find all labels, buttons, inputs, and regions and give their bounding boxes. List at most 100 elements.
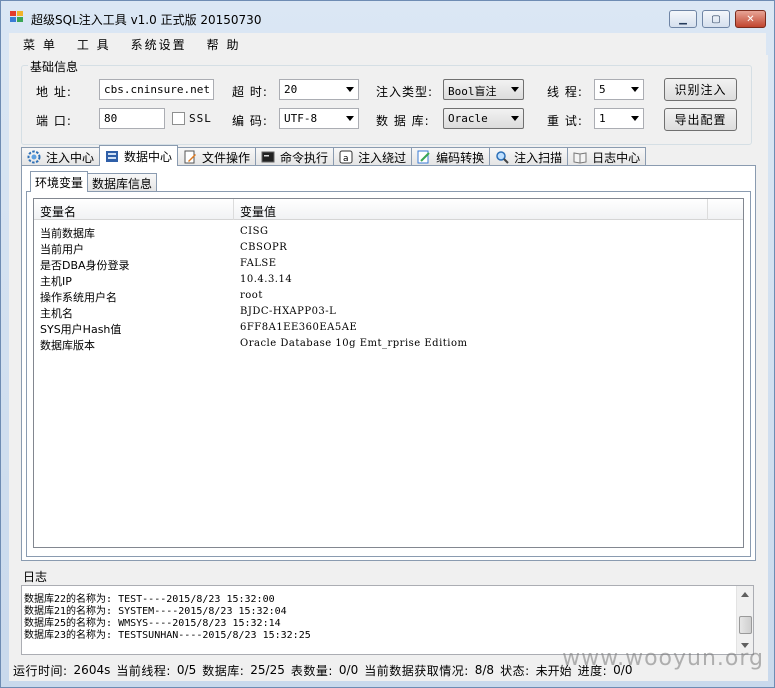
address-input[interactable]: cbs.cninsure.net [99, 79, 214, 100]
ssl-label: SSL [189, 112, 212, 125]
encoding-value: UTF-8 [284, 112, 318, 125]
log-label: 日志 [23, 570, 48, 584]
watermark: www.wooyun.org [562, 646, 764, 671]
port-label: 端 口: [36, 114, 72, 128]
tab-label: 注入扫描 [514, 150, 563, 165]
threads-select[interactable]: 5 [594, 79, 644, 100]
cell-name: 主机名 [40, 307, 73, 320]
database-select[interactable]: Oracle [443, 108, 524, 129]
cell-value: root [240, 290, 263, 301]
encode-icon [416, 150, 431, 164]
main-tabs: 注入中心 数据中心 文件操作 命令执行 a 注入绕过 编码转换 注入扫描 日志中… [21, 145, 647, 166]
sub-tabs: 环境变量 数据库信息 [30, 171, 158, 192]
chevron-down-icon [346, 87, 354, 92]
fetch-status-label: 当前数据获取情况: [364, 663, 469, 678]
tab-label: 命令执行 [280, 150, 329, 165]
identify-injection-button[interactable]: 识别注入 [664, 78, 737, 101]
tab-log-center[interactable]: 日志中心 [567, 147, 647, 166]
scroll-thumb[interactable] [739, 616, 752, 634]
state-label: 状态: [500, 663, 530, 678]
close-button[interactable]: ✕ [735, 10, 766, 28]
runtime-value: 2604s [73, 663, 111, 677]
table-row[interactable]: 是否DBA身份登录 FALSE [34, 256, 743, 272]
cell-value: Oracle Database 10g Emt_rprise Editiom [240, 338, 468, 349]
column-header-name[interactable]: 变量名 [34, 199, 234, 220]
inject-type-value: Bool盲注 [448, 85, 497, 98]
cell-value: 6FF8A1EE360EA5AE [240, 322, 358, 333]
tab-data-center[interactable]: 数据中心 [99, 145, 179, 166]
menu-main[interactable]: 菜 单 [23, 36, 57, 53]
cell-value: BJDC-HXAPP03-L [240, 306, 337, 317]
menu-settings[interactable]: 系统设置 [131, 36, 187, 53]
cell-value: 10.4.3.14 [240, 274, 293, 285]
menu-tools[interactable]: 工 具 [77, 36, 111, 53]
book-icon [572, 151, 587, 164]
tab-inject-center[interactable]: 注入中心 [21, 147, 101, 166]
tables-status-value: 0/0 [338, 663, 359, 677]
tab-inject-bypass[interactable]: a 注入绕过 [333, 147, 413, 166]
table-row[interactable]: 主机IP 10.4.3.14 [34, 272, 743, 288]
menu-help[interactable]: 帮 助 [207, 36, 241, 53]
encoding-select[interactable]: UTF-8 [279, 108, 359, 129]
tab-command-exec[interactable]: 命令执行 [255, 147, 335, 166]
inject-type-label: 注入类型: [376, 85, 434, 99]
inject-type-select[interactable]: Bool盲注 [443, 79, 524, 100]
table-row[interactable]: 数据库版本 Oracle Database 10g Emt_rprise Edi… [34, 336, 743, 352]
scan-icon [494, 151, 509, 164]
table-row[interactable]: 操作系统用户名 root [34, 288, 743, 304]
cell-name: 当前数据库 [40, 227, 95, 240]
app-icon [10, 11, 24, 23]
basic-info-group: 基础信息 地 址: cbs.cninsure.net 端 口: 80 SSL 超… [21, 58, 752, 145]
database-label: 数 据 库: [376, 114, 430, 128]
threads-status-value: 0/5 [176, 663, 197, 677]
tab-label: 编码转换 [436, 150, 485, 165]
port-input[interactable]: 80 [99, 108, 165, 129]
title-bar[interactable]: 超级SQL注入工具 v1.0 正式版 20150730 ▁ ▢ ✕ [1, 1, 774, 33]
scroll-up-icon[interactable] [741, 592, 749, 597]
table-row[interactable]: 当前数据库 CISG [34, 224, 743, 240]
maximize-button[interactable]: ▢ [702, 10, 730, 28]
tab-encode-convert[interactable]: 编码转换 [411, 147, 491, 166]
chevron-down-icon [511, 116, 519, 121]
retry-select[interactable]: 1 [594, 108, 644, 129]
export-config-button[interactable]: 导出配置 [664, 108, 737, 131]
maximize-icon: ▢ [711, 13, 721, 25]
log-textarea[interactable]: 数据库22的名称为: TEST----2015/8/23 15:32:00 数据… [21, 585, 754, 655]
tab-label: 文件操作 [202, 150, 251, 165]
tab-file-ops[interactable]: 文件操作 [177, 147, 257, 166]
ssl-checkbox[interactable] [172, 112, 185, 125]
log-scrollbar[interactable] [736, 586, 753, 654]
cell-name: 主机IP [40, 275, 72, 288]
tab-inject-scan[interactable]: 注入扫描 [489, 147, 569, 166]
timeout-select[interactable]: 20 [279, 79, 359, 100]
threads-status-label: 当前线程: [116, 663, 171, 678]
client-area: 基础信息 地 址: cbs.cninsure.net 端 口: 80 SSL 超… [9, 55, 768, 681]
fetch-status-value: 8/8 [474, 663, 495, 677]
minimize-button[interactable]: ▁ [669, 10, 697, 28]
column-header-value[interactable]: 变量值 [234, 199, 708, 220]
tab-label: 数据中心 [124, 149, 173, 164]
chevron-down-icon [511, 87, 519, 92]
retry-label: 重 试: [547, 114, 583, 128]
chevron-down-icon [346, 116, 354, 121]
cell-name: 操作系统用户名 [40, 291, 117, 304]
runtime-label: 运行时间: [13, 663, 68, 678]
tab-label: 日志中心 [592, 150, 641, 165]
table-row[interactable]: 主机名 BJDC-HXAPP03-L [34, 304, 743, 320]
terminal-icon [260, 151, 275, 164]
tab-env-vars[interactable]: 环境变量 [30, 171, 89, 192]
databases-status-label: 数据库: [202, 663, 245, 678]
chevron-down-icon [631, 87, 639, 92]
basic-info-legend: 基础信息 [28, 58, 81, 75]
table-row[interactable]: SYS用户Hash值 6FF8A1EE360EA5AE [34, 320, 743, 336]
table-header: 变量名 变量值 [34, 199, 743, 220]
svg-text:a: a [343, 154, 349, 164]
log-line: 数据库23的名称为: TESTSUNHAN----2015/8/23 15:32… [24, 630, 311, 641]
tab-db-info[interactable]: 数据库信息 [87, 173, 158, 192]
tab-label: 注入绕过 [358, 150, 407, 165]
cell-name: 数据库版本 [40, 339, 95, 352]
table-row[interactable]: 当前用户 CBSOPR [34, 240, 743, 256]
env-vars-table[interactable]: 变量名 变量值 当前数据库 CISG 当前用户 CBSOPR 是否DBA身份登录… [33, 198, 744, 548]
env-vars-panel: 变量名 变量值 当前数据库 CISG 当前用户 CBSOPR 是否DBA身份登录… [26, 191, 751, 557]
databases-status-value: 25/25 [250, 663, 285, 677]
